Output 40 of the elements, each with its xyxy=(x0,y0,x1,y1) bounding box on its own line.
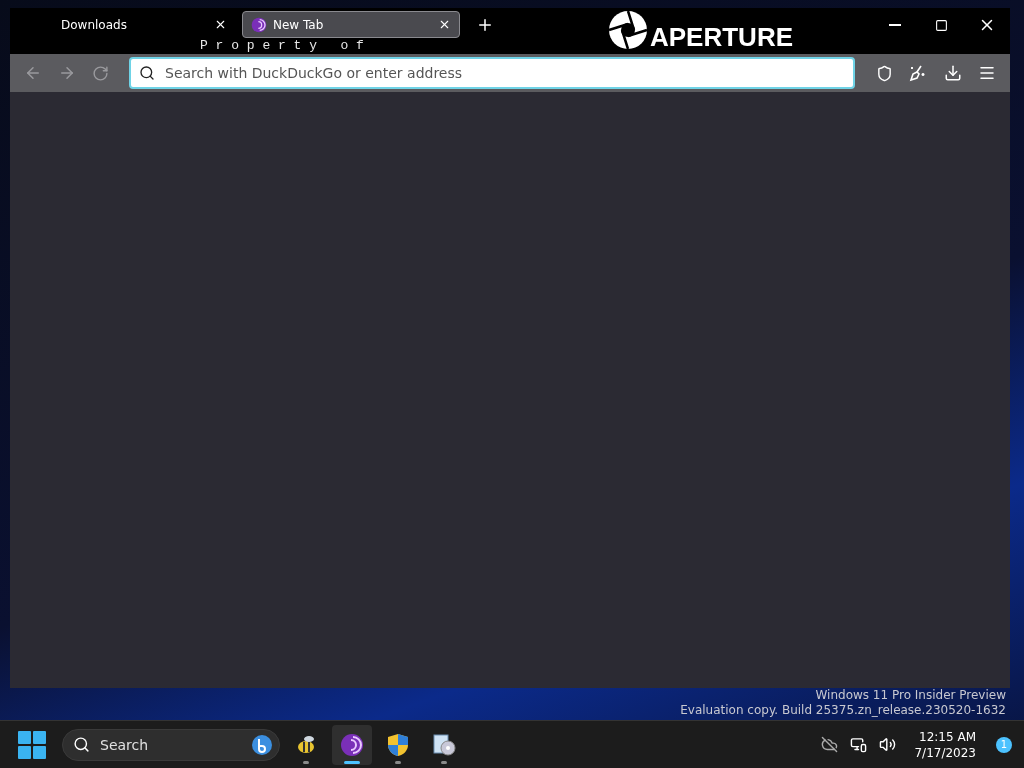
close-tab-button[interactable] xyxy=(214,18,227,31)
maximize-icon xyxy=(934,18,948,32)
taskbar-search-field[interactable]: Search xyxy=(98,735,243,754)
installer-icon xyxy=(432,732,456,757)
reload-icon xyxy=(92,64,109,82)
close-icon xyxy=(438,18,451,31)
menu-icon xyxy=(977,64,996,82)
shield-icon xyxy=(875,64,893,82)
minimize-icon xyxy=(889,24,901,26)
taskbar-search-box[interactable]: Search xyxy=(62,728,280,761)
cloud-off-icon[interactable] xyxy=(821,736,839,753)
clock-time[interactable]: 12:15 AM xyxy=(919,728,976,745)
volume-icon[interactable] xyxy=(879,736,897,753)
close-tab-button[interactable] xyxy=(438,18,451,31)
back-icon xyxy=(24,64,42,82)
taskbar-app[interactable] xyxy=(332,724,372,765)
browser-tab[interactable]: Downloads xyxy=(36,11,236,38)
network-icon[interactable] xyxy=(850,736,868,753)
search-icon xyxy=(73,736,90,753)
download-icon xyxy=(943,64,962,82)
wallpaper-tagline: P r o p e r t y o f xyxy=(200,38,364,53)
broom-icon xyxy=(909,64,928,82)
plus-icon xyxy=(476,16,494,34)
browser-icon xyxy=(340,732,364,757)
address-bar[interactable]: Search with DuckDuckGo or enter address xyxy=(129,57,855,89)
search-icon xyxy=(139,65,155,81)
clock-date[interactable]: 7/17/2023 xyxy=(914,744,976,761)
tab-title: New Tab xyxy=(273,17,325,32)
shield-icon xyxy=(387,732,409,757)
wallpaper-logo-text: APERTURE xyxy=(650,24,793,50)
close-icon xyxy=(214,18,227,31)
browser-icon xyxy=(251,16,267,33)
start-button[interactable] xyxy=(18,730,46,759)
forward-icon xyxy=(58,64,76,82)
edition-watermark-text: Evaluation copy. Build 25375.zn_release.230520-1632 xyxy=(680,703,1006,718)
edition-watermark-text: Windows 11 Pro Insider Preview xyxy=(815,688,1006,703)
tab-title: Downloads xyxy=(61,17,128,32)
bee-icon xyxy=(295,733,317,756)
new-tab-button[interactable] xyxy=(476,16,494,34)
browser-tab[interactable]: New Tab xyxy=(242,11,460,38)
